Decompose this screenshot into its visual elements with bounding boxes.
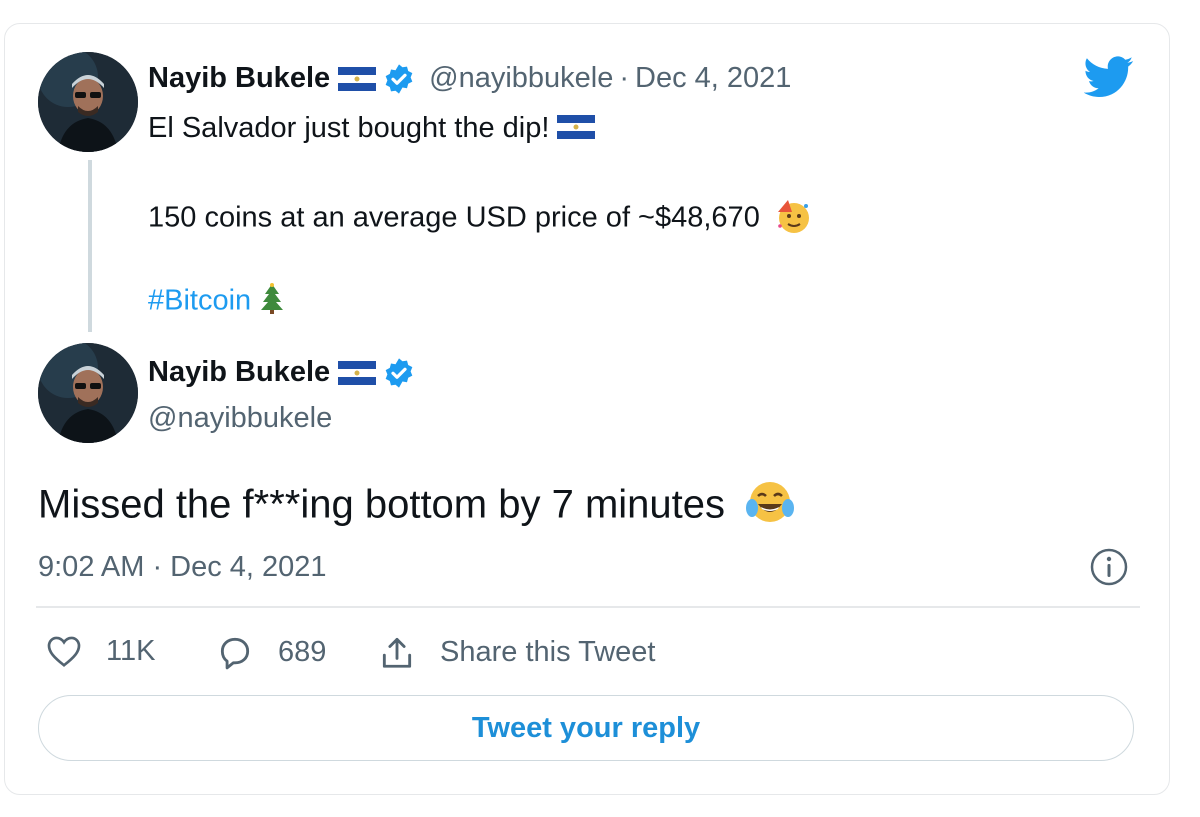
author-name[interactable]: Nayib Bukele xyxy=(148,356,330,389)
tweet-reply-button[interactable]: Tweet your reply xyxy=(38,695,1134,761)
quoted-tweet-header: Nayib Bukele @nayibbukele · Dec 4, 2021 xyxy=(148,62,791,95)
share-icon xyxy=(382,637,412,668)
separator: · xyxy=(619,62,630,94)
party-face-icon xyxy=(774,198,812,240)
tweet-date[interactable]: Dec 4, 2021 xyxy=(635,62,791,95)
info-icon[interactable] xyxy=(1089,547,1129,592)
avatar[interactable] xyxy=(38,343,138,443)
reply-count: 689 xyxy=(278,635,327,668)
author-handle[interactable]: @nayibbukele xyxy=(148,402,332,435)
avatar[interactable] xyxy=(38,52,138,152)
author-name[interactable]: Nayib Bukele xyxy=(148,62,330,95)
tweet-timestamp[interactable]: 9:02 AM · Dec 4, 2021 xyxy=(38,551,327,584)
el-salvador-flag-icon xyxy=(557,115,596,139)
divider xyxy=(36,606,1140,608)
main-tweet-header: Nayib Bukele xyxy=(148,356,415,389)
tweet-text: El Salvador just bought the dip! xyxy=(148,112,550,144)
verified-badge-icon xyxy=(383,63,415,95)
reply-prompt-label: Tweet your reply xyxy=(471,711,701,744)
author-handle[interactable]: @nayibbukele xyxy=(429,62,613,95)
el-salvador-flag-icon xyxy=(338,360,377,385)
like-button[interactable]: 11K xyxy=(46,634,155,668)
christmas-tree-icon xyxy=(259,282,285,322)
main-tweet-text-row: Missed the f***ing bottom by 7 minutes xyxy=(38,478,796,536)
quoted-tweet-line2: 150 coins at an average USD price of ~$4… xyxy=(148,198,812,240)
tweet-text: 150 coins at an average USD price of ~$4… xyxy=(148,201,760,234)
share-label: Share this Tweet xyxy=(440,635,656,668)
tweet-text: Missed the f***ing bottom by 7 minutes xyxy=(38,482,726,527)
like-count: 11K xyxy=(106,634,156,667)
verified-badge-icon xyxy=(383,357,415,389)
quoted-tweet-line1: El Salvador just bought the dip! xyxy=(148,112,596,144)
heart-icon xyxy=(47,636,81,667)
reply-bubble-icon xyxy=(220,637,250,670)
reply-button[interactable]: 689 xyxy=(216,634,326,670)
twitter-bird-icon[interactable] xyxy=(1083,56,1134,103)
share-button[interactable]: Share this Tweet xyxy=(378,634,655,670)
hashtag-link[interactable]: #Bitcoin xyxy=(148,285,251,317)
quoted-tweet-hashtag-row: #Bitcoin xyxy=(148,282,285,322)
thread-connector-line xyxy=(88,160,92,332)
tears-of-joy-icon xyxy=(744,478,796,536)
el-salvador-flag-icon xyxy=(338,66,377,91)
